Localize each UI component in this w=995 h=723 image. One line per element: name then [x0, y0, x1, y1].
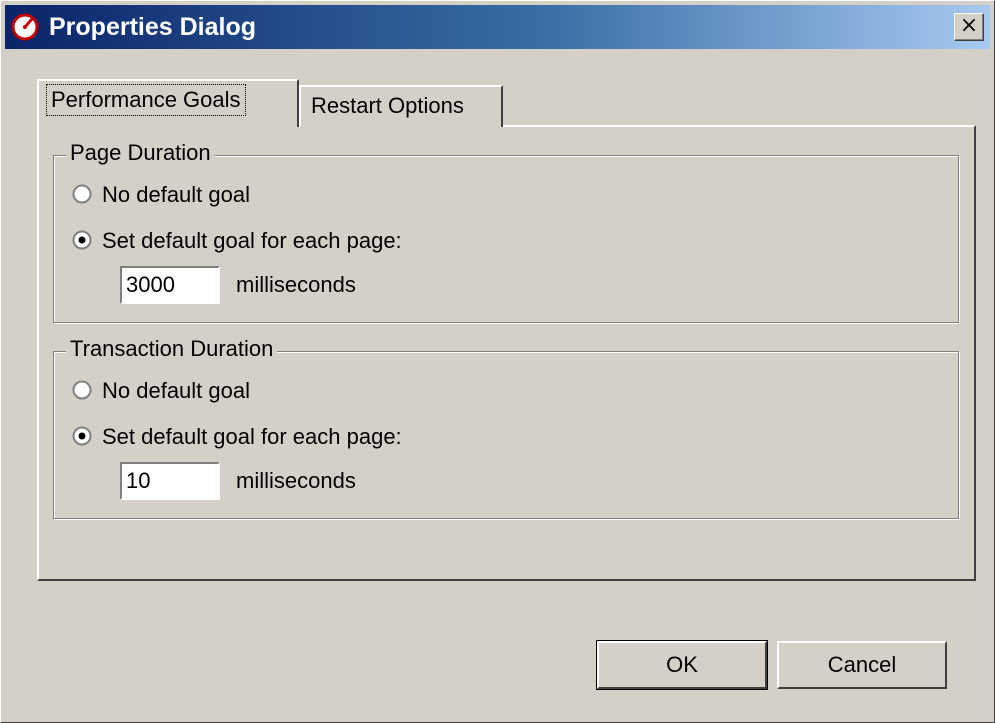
properties-dialog: Properties Dialog × Performance Goals Re… — [0, 0, 995, 723]
window-title: Properties Dialog — [49, 13, 256, 41]
radio-checked-icon — [72, 426, 92, 446]
close-button[interactable]: × — [954, 13, 984, 41]
radio-label: No default goal — [102, 378, 250, 403]
tab-panel-performance-goals: Page Duration No default goal Set defaul… — [37, 125, 976, 581]
tab-label: Performance Goals — [46, 84, 246, 116]
tab-performance-goals[interactable]: Performance Goals — [37, 79, 299, 127]
page-goal-units: milliseconds — [236, 272, 356, 297]
radio-unchecked-icon — [72, 184, 92, 204]
page-duration-legend: Page Duration — [66, 140, 215, 166]
radio-label: Set default goal for each page: — [102, 228, 402, 253]
cancel-button[interactable]: Cancel — [777, 641, 947, 689]
tab-restart-options[interactable]: Restart Options — [299, 85, 503, 127]
transaction-goal-input[interactable] — [120, 462, 220, 500]
transaction-goal-units: milliseconds — [236, 468, 356, 493]
title-bar[interactable]: Properties Dialog × — [5, 5, 990, 49]
transaction-duration-group: Transaction Duration No default goal Set… — [53, 336, 959, 519]
close-icon: × — [959, 13, 979, 38]
radio-label: No default goal — [102, 182, 250, 207]
tab-label: Restart Options — [311, 93, 464, 118]
ok-button[interactable]: OK — [596, 640, 768, 690]
radio-checked-icon — [72, 230, 92, 250]
transaction-duration-legend: Transaction Duration — [66, 336, 278, 362]
radio-unchecked-icon — [72, 380, 92, 400]
speedometer-icon — [11, 13, 39, 41]
page-duration-group: Page Duration No default goal Set defaul… — [53, 140, 959, 323]
radio-label: Set default goal for each page: — [102, 424, 402, 449]
page-goal-input[interactable] — [120, 266, 220, 304]
